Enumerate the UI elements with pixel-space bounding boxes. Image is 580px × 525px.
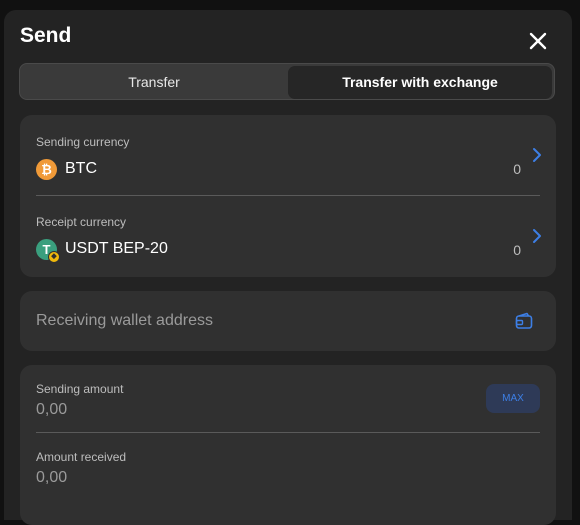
send-modal: Send Transfer Transfer with exchange Sen… bbox=[4, 10, 572, 525]
close-icon[interactable] bbox=[526, 29, 550, 53]
wallet-address-input[interactable] bbox=[36, 310, 496, 332]
receipt-currency-balance: 0 bbox=[513, 242, 521, 258]
receipt-currency-name: USDT BEP-20 bbox=[65, 240, 168, 257]
divider bbox=[36, 432, 540, 433]
max-button[interactable]: MAX bbox=[486, 384, 540, 413]
currency-card: Sending currency ₿ BTC 0 Receipt currenc… bbox=[20, 115, 556, 277]
sending-amount-label: Sending amount bbox=[36, 382, 124, 396]
wallet-icon[interactable] bbox=[514, 311, 534, 331]
sending-currency-name: BTC bbox=[65, 160, 97, 177]
sending-currency-label: Sending currency bbox=[36, 135, 130, 149]
bitcoin-icon: ₿ bbox=[36, 158, 57, 180]
tab-transfer-with-exchange[interactable]: Transfer with exchange bbox=[288, 66, 552, 99]
sending-amount-input[interactable] bbox=[36, 399, 416, 421]
transfer-mode-tabs: Transfer Transfer with exchange bbox=[19, 63, 555, 100]
tether-icon: T ◆ bbox=[36, 238, 60, 263]
receipt-currency-label: Receipt currency bbox=[36, 215, 127, 229]
amount-card: Sending amount MAX Amount received bbox=[20, 365, 556, 525]
chevron-right-icon[interactable] bbox=[531, 147, 543, 163]
divider bbox=[36, 195, 540, 196]
amount-received-input[interactable] bbox=[36, 467, 416, 489]
receipt-currency-selector[interactable]: T ◆ USDT BEP-20 bbox=[36, 238, 168, 263]
amount-received-label: Amount received bbox=[36, 450, 127, 464]
address-card bbox=[20, 291, 556, 351]
sending-currency-selector[interactable]: ₿ BTC bbox=[36, 158, 97, 180]
bnb-chain-icon: ◆ bbox=[48, 250, 60, 263]
sending-currency-balance: 0 bbox=[513, 161, 521, 177]
chevron-right-icon[interactable] bbox=[531, 228, 543, 244]
modal-title: Send bbox=[20, 24, 72, 47]
tab-transfer[interactable]: Transfer bbox=[22, 66, 286, 99]
